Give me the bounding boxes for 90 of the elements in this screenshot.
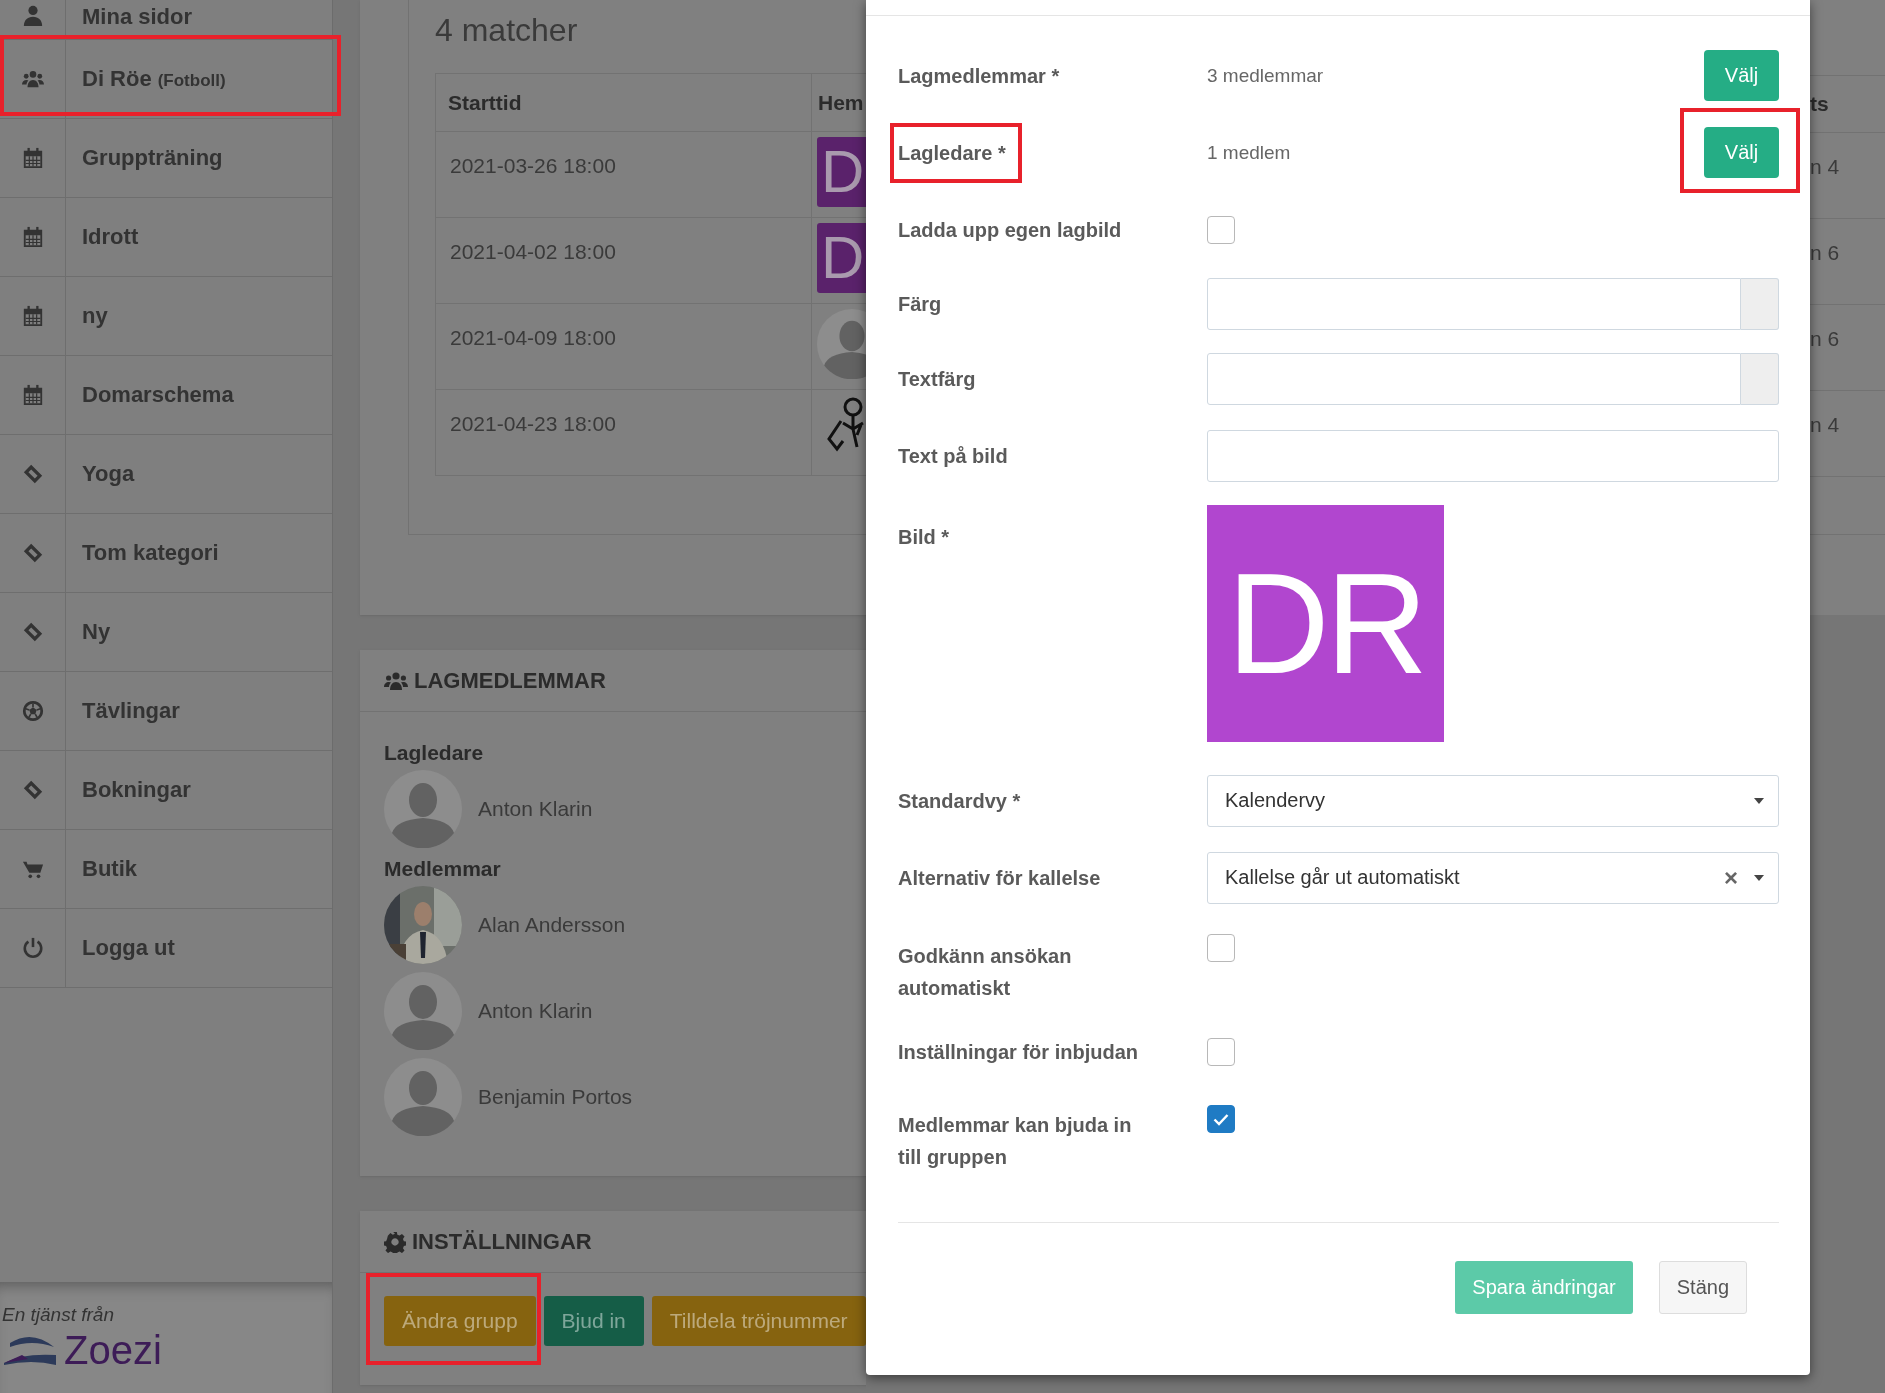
field-label: Lagmedlemmar *: [898, 63, 1060, 89]
section-title: INSTÄLLNINGAR: [412, 1228, 592, 1255]
color-swatch[interactable]: [1741, 352, 1779, 405]
sidebar-item[interactable]: ny: [0, 277, 332, 356]
field-label: Standardvy *: [898, 788, 1021, 814]
sidebar-item[interactable]: Tävlingar: [0, 672, 332, 751]
column-header: Starttid: [435, 73, 812, 132]
save-button[interactable]: Spara ändringar: [1455, 1261, 1633, 1314]
select-field[interactable]: Kalendervy: [1207, 774, 1779, 827]
ball-icon: [21, 700, 44, 722]
input-field[interactable]: [1207, 429, 1779, 482]
table-cell: n 6: [1810, 327, 1840, 351]
member-name: Anton Klarin: [478, 999, 593, 1023]
sidebar-item[interactable]: Yoga: [0, 435, 332, 514]
member-name: Benjamin Portos: [478, 1085, 633, 1109]
caret-icon: [1754, 874, 1764, 881]
select-field[interactable]: Kallelse går ut automatiskt ×: [1207, 851, 1779, 904]
checkbox[interactable]: [1207, 1105, 1235, 1133]
table-cell: 2021-04-09 18:00: [435, 303, 812, 390]
check-icon: [1213, 1112, 1229, 1126]
gear-icon: [384, 1230, 406, 1253]
column-header: ts: [1810, 92, 1829, 116]
action-button[interactable]: Bjud in: [543, 1296, 644, 1346]
field-label: Ladda upp egen lagbild: [898, 217, 1122, 243]
team-logo: D: [817, 223, 866, 293]
sidebar-item[interactable]: Logga ut: [0, 909, 332, 988]
field-label: Färg: [898, 292, 942, 317]
calendar-icon: [21, 305, 44, 327]
field-label: Lagledare *: [898, 140, 1006, 166]
sidebar-item[interactable]: Butik: [0, 830, 332, 909]
field-label: Inställningar för inbjudan: [898, 1040, 1138, 1065]
person-silhouette-icon: [384, 1058, 462, 1136]
member-count: 3 medlemmar: [1207, 64, 1324, 87]
calendar-icon: [21, 226, 44, 248]
sidebar-item[interactable]: Domarschema: [0, 356, 332, 435]
table-cell: n 6: [1810, 241, 1840, 265]
field-label: Godkänn ansökan automatiskt: [898, 944, 1073, 1001]
checkbox[interactable]: [1207, 934, 1235, 962]
color-field[interactable]: [1207, 352, 1741, 405]
sidebar-item[interactable]: Tom kategori: [0, 514, 332, 593]
sidebar-item[interactable]: Bokningar: [0, 751, 332, 830]
clear-icon[interactable]: ×: [1724, 863, 1738, 892]
choose-button[interactable]: Välj: [1704, 127, 1779, 178]
group-icon: [384, 670, 408, 691]
checkbox[interactable]: [1207, 1038, 1235, 1066]
member-name: Anton Klarin: [478, 797, 593, 821]
ticket-icon: [21, 779, 44, 801]
color-swatch[interactable]: [1741, 278, 1779, 330]
field-label: Alternativ för kallelse: [898, 865, 1101, 891]
calendar-icon: [21, 147, 44, 169]
edit-button[interactable]: Ändra grupp: [384, 1296, 536, 1346]
section-title: LAGMEDLEMMAR: [414, 667, 606, 694]
group-icon: [21, 68, 44, 90]
table-cell: n 4: [1810, 413, 1840, 437]
ticket-icon: [21, 621, 44, 643]
group-heading: Medlemmar: [384, 856, 502, 882]
sidebar-item[interactable]: Ny: [0, 593, 332, 672]
choose-button[interactable]: Välj: [1704, 50, 1779, 101]
sidebar-item[interactable]: Idrott: [0, 198, 332, 277]
power-icon: [21, 937, 44, 959]
sidebar-item[interactable]: Gruppträning: [0, 119, 332, 198]
brand-name: Zoezi: [64, 1330, 162, 1370]
team-logo: DR: [1207, 505, 1444, 742]
tagline: En tjänst från: [2, 1304, 115, 1326]
person-silhouette-icon: [384, 972, 462, 1050]
color-field[interactable]: [1207, 278, 1741, 330]
sidebar-item[interactable]: Mina sidor: [0, 0, 332, 40]
member-count: 1 medlem: [1207, 141, 1291, 164]
table-cell: n 4: [1810, 155, 1840, 179]
caret-icon: [1754, 797, 1764, 804]
field-label: Medlemmar kan bjuda in till gruppen: [898, 1113, 1133, 1170]
calendar-icon: [21, 384, 44, 406]
person-silhouette-icon: [384, 770, 462, 848]
close-button[interactable]: Stäng: [1658, 1261, 1747, 1314]
field-label: Bild *: [898, 525, 950, 550]
team-logo: D: [817, 137, 866, 207]
field-label: Textfärg: [898, 366, 976, 392]
section-title: 4 matcher: [435, 12, 578, 50]
sidebar-item[interactable]: Di Röe (Fotboll): [0, 40, 332, 119]
ticket-icon: [21, 463, 44, 485]
action-button[interactable]: Tilldela tröjnummer: [651, 1296, 866, 1346]
checkbox[interactable]: [1207, 215, 1235, 244]
table-cell: 2021-04-23 18:00: [435, 389, 812, 476]
member-name: Alan Andersson: [478, 913, 626, 937]
user-icon: [21, 4, 44, 26]
table-cell: 2021-03-26 18:00: [435, 131, 812, 218]
group-heading: Lagledare: [384, 740, 485, 766]
ticket-icon: [21, 542, 44, 564]
field-label: Text på bild: [898, 443, 1008, 469]
table-cell: 2021-04-02 18:00: [435, 217, 812, 304]
